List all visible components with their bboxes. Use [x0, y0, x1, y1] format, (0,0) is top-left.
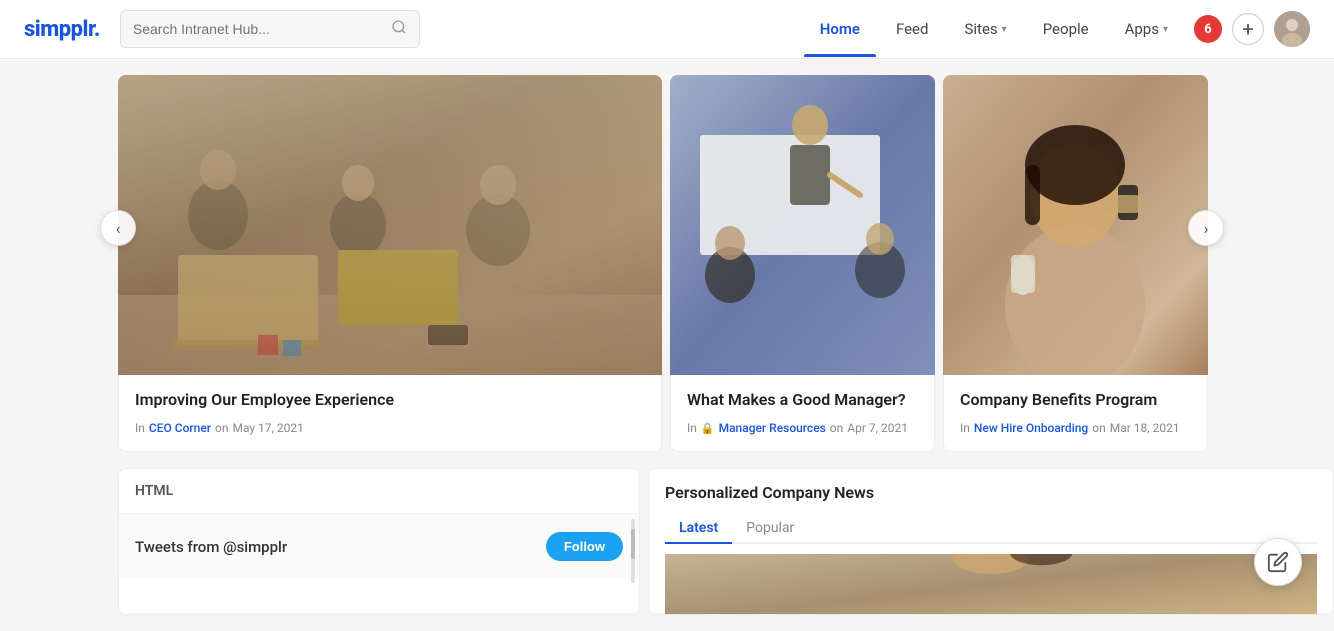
card-1-meta: In CEO Corner on May 17, 2021 [135, 421, 645, 435]
card-1-title: Improving Our Employee Experience [135, 389, 645, 411]
tweet-row: Tweets from @simpplr Follow [135, 522, 623, 571]
card-2-title: What Makes a Good Manager? [687, 389, 918, 411]
scrollbar-thumb [631, 529, 635, 559]
card-1-image [118, 75, 662, 375]
nav-apps[interactable]: Apps ▾ [1109, 12, 1184, 46]
card-1-body: Improving Our Employee Experience In CEO… [118, 375, 662, 452]
carousel-section: ‹ [0, 75, 1334, 452]
search-icon [391, 19, 407, 39]
search-bar [120, 10, 420, 48]
nav-right: 6 + [1194, 11, 1310, 47]
html-widget-header: HTML [119, 469, 639, 514]
news-tabs: Latest Popular [665, 514, 1317, 544]
add-button[interactable]: + [1232, 13, 1264, 45]
carousel-card-1: Improving Our Employee Experience In CEO… [118, 75, 662, 452]
follow-button[interactable]: Follow [546, 532, 623, 561]
nav-links: Home Feed Sites ▾ People Apps ▾ [804, 12, 1184, 46]
news-tab-popular[interactable]: Popular [732, 514, 808, 544]
html-widget-body: Tweets from @simpplr Follow [119, 514, 639, 579]
fab-edit-button[interactable] [1254, 538, 1302, 586]
carousel-card-2: What Makes a Good Manager? In 🔒 Manager … [670, 75, 935, 452]
news-widget-title: Personalized Company News [665, 483, 1317, 502]
card-2-body: What Makes a Good Manager? In 🔒 Manager … [670, 375, 935, 452]
card-3-image [943, 75, 1208, 375]
news-widget: Personalized Company News Latest Popular [648, 468, 1334, 615]
avatar[interactable] [1274, 11, 1310, 47]
nav-people[interactable]: People [1027, 12, 1105, 46]
lock-icon: 🔒 [701, 422, 715, 435]
news-image-preview [665, 554, 1317, 614]
scrollbar[interactable] [631, 519, 635, 583]
carousel-next-button[interactable]: › [1188, 210, 1224, 246]
card-2-meta: In 🔒 Manager Resources on Apr 7, 2021 [687, 421, 918, 435]
carousel-card-3: Company Benefits Program In New Hire Onb… [943, 75, 1208, 452]
card-2-category[interactable]: Manager Resources [719, 421, 826, 435]
card-3-meta: In New Hire Onboarding on Mar 18, 2021 [960, 421, 1191, 435]
card-3-category[interactable]: New Hire Onboarding [974, 421, 1088, 435]
card-1-category[interactable]: CEO Corner [149, 421, 211, 435]
card-2-image [670, 75, 935, 375]
logo[interactable]: simpplr. [24, 17, 100, 42]
bottom-row: HTML Tweets from @simpplr Follow Persona… [0, 468, 1334, 631]
tweet-text: Tweets from @simpplr [135, 538, 287, 556]
chevron-down-icon: ▾ [1163, 24, 1168, 35]
news-tab-latest[interactable]: Latest [665, 514, 732, 544]
carousel-track: Improving Our Employee Experience In CEO… [0, 75, 1334, 452]
main-content: ‹ [0, 59, 1334, 631]
html-widget: HTML Tweets from @simpplr Follow [118, 468, 640, 615]
card-3-body: Company Benefits Program In New Hire Onb… [943, 375, 1208, 452]
carousel-prev-button[interactable]: ‹ [100, 210, 136, 246]
nav-home[interactable]: Home [804, 12, 876, 46]
news-widget-header: Personalized Company News Latest Popular [649, 469, 1333, 544]
navbar: simpplr. Home Feed Sites ▾ People Apps ▾… [0, 0, 1334, 59]
notification-badge[interactable]: 6 [1194, 15, 1222, 43]
search-input[interactable] [133, 21, 383, 37]
chevron-down-icon: ▾ [1002, 24, 1007, 35]
card-3-title: Company Benefits Program [960, 389, 1191, 411]
nav-sites[interactable]: Sites ▾ [948, 12, 1022, 46]
nav-feed[interactable]: Feed [880, 12, 945, 46]
